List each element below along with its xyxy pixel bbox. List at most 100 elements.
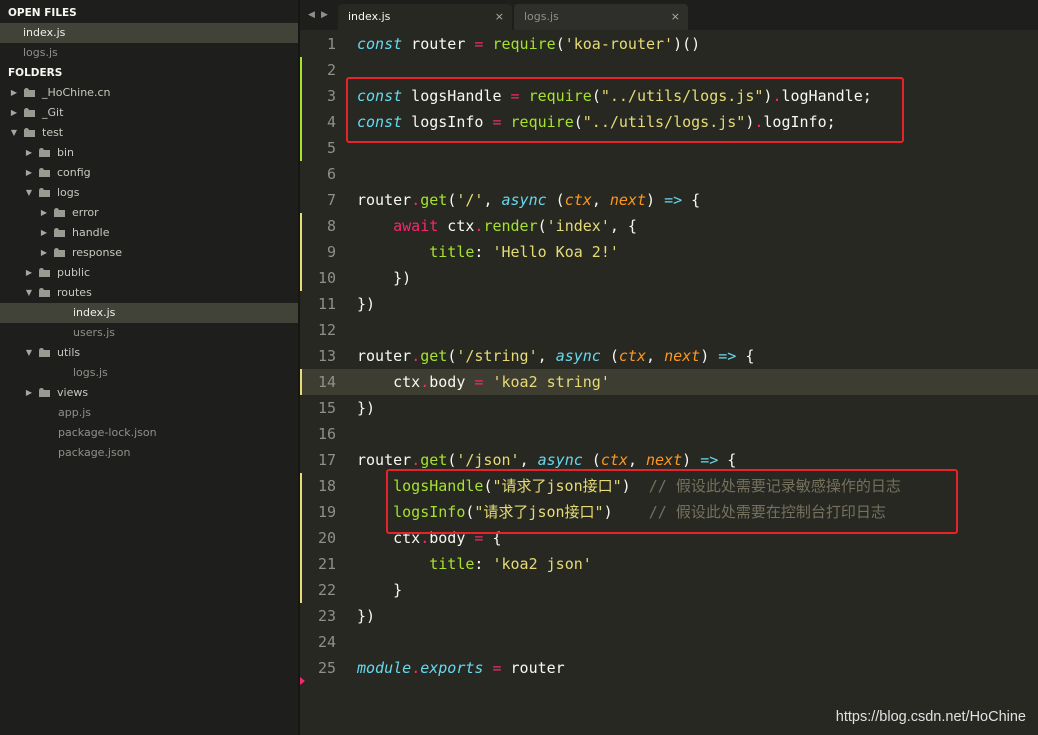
- file-item[interactable]: index.js: [0, 303, 298, 323]
- folder-item[interactable]: ▶ error: [0, 203, 298, 223]
- code-text: }): [357, 395, 375, 421]
- folder-item[interactable]: ▼ utils: [0, 343, 298, 363]
- chevron-right-icon[interactable]: ▶: [9, 83, 19, 103]
- file-item[interactable]: app.js: [0, 403, 298, 423]
- tab-index-js[interactable]: index.js ×: [338, 4, 512, 30]
- folder-icon: [24, 108, 35, 117]
- folder-icon: [39, 268, 50, 277]
- code-line[interactable]: 16: [300, 421, 1038, 447]
- sidebar-item-label: routes: [57, 286, 92, 299]
- chevron-right-icon[interactable]: ▶: [39, 243, 49, 263]
- code-token: ctx: [600, 451, 628, 469]
- code-line[interactable]: 21 title: 'koa2 json': [300, 551, 1038, 577]
- folder-item[interactable]: ▼ test: [0, 123, 298, 143]
- code-line[interactable]: 6: [300, 161, 1038, 187]
- line-number: 22: [317, 581, 336, 599]
- code-line[interactable]: 8 await ctx.render('index', {: [300, 213, 1038, 239]
- sidebar-item-label: users.js: [73, 326, 116, 339]
- code-text: const router = require('koa-router')(): [357, 31, 700, 57]
- code-token: .: [411, 659, 421, 677]
- code-token: }): [357, 295, 376, 313]
- folder-icon: [54, 228, 65, 237]
- chevron-right-icon[interactable]: ▶: [9, 103, 19, 123]
- file-item[interactable]: logs.js: [0, 363, 298, 383]
- chevron-down-icon[interactable]: ▼: [9, 123, 19, 143]
- code-line[interactable]: 7 router.get('/', async (ctx, next) => {: [300, 187, 1038, 213]
- chevron-right-icon[interactable]: ▶: [39, 203, 49, 223]
- line-number: 20: [317, 529, 336, 547]
- sidebar-item-label: utils: [57, 346, 81, 359]
- folder-item[interactable]: ▼ logs: [0, 183, 298, 203]
- chevron-down-icon[interactable]: ▼: [24, 343, 34, 363]
- sidebar-item-label: handle: [72, 226, 110, 239]
- code-line[interactable]: 15}): [300, 395, 1038, 421]
- line-number: 16: [317, 425, 336, 443]
- sidebar-item-label: index.js: [73, 306, 116, 319]
- code-token: router: [357, 347, 412, 365]
- folder-item[interactable]: ▶ handle: [0, 223, 298, 243]
- code-token: :: [474, 243, 493, 261]
- tab-scroll-right-icon[interactable]: ▶: [321, 0, 328, 30]
- folder-item[interactable]: ▶ public: [0, 263, 298, 283]
- chevron-right-icon[interactable]: ▶: [24, 383, 34, 403]
- folder-item[interactable]: ▶ _Git: [0, 103, 298, 123]
- close-icon[interactable]: ×: [671, 4, 680, 30]
- code-text: title: 'Hello Koa 2!': [357, 239, 619, 265]
- file-item[interactable]: package-lock.json: [0, 423, 298, 443]
- code-line[interactable]: 10 }): [300, 265, 1038, 291]
- chevron-right-icon[interactable]: ▶: [24, 263, 34, 283]
- folder-item[interactable]: ▶ response: [0, 243, 298, 263]
- file-item[interactable]: package.json: [0, 443, 298, 463]
- code-line[interactable]: 24: [300, 629, 1038, 655]
- folder-item[interactable]: ▼ routes: [0, 283, 298, 303]
- code-token: next: [609, 191, 646, 209]
- code-token: }: [357, 581, 403, 599]
- code-token: (: [600, 347, 619, 365]
- code-token: .: [411, 451, 421, 469]
- open-file-item[interactable]: logs.js: [0, 43, 298, 63]
- code-text: ctx.body = 'koa2 string': [357, 369, 610, 395]
- line-number: 21: [317, 555, 336, 573]
- folder-icon: [39, 148, 50, 157]
- code-token: =>: [664, 191, 683, 209]
- code-token: }): [357, 607, 376, 625]
- code-line[interactable]: 14 ctx.body = 'koa2 string': [300, 369, 1038, 395]
- code-token: }): [357, 399, 376, 417]
- folder-item[interactable]: ▶ views: [0, 383, 298, 403]
- code-line[interactable]: 13 router.get('/string', async (ctx, next…: [300, 343, 1038, 369]
- chevron-down-icon[interactable]: ▼: [24, 183, 34, 203]
- chevron-right-icon[interactable]: ▶: [39, 223, 49, 243]
- tab-logs-js[interactable]: logs.js ×: [514, 4, 688, 30]
- code-line[interactable]: 9 title: 'Hello Koa 2!': [300, 239, 1038, 265]
- chevron-down-icon[interactable]: ▼: [24, 283, 34, 303]
- folder-icon: [39, 388, 50, 397]
- chevron-right-icon[interactable]: ▶: [24, 163, 34, 183]
- code-token: ,: [646, 347, 665, 365]
- folder-item[interactable]: ▶ config: [0, 163, 298, 183]
- sidebar-item-label: index.js: [23, 26, 66, 39]
- folder-item[interactable]: ▶ bin: [0, 143, 298, 163]
- code-line[interactable]: 25 module.exports = router: [300, 655, 1038, 681]
- code-token: {: [718, 451, 737, 469]
- code-token: router: [402, 35, 475, 53]
- folder-item[interactable]: ▶ _HoChine.cn: [0, 83, 298, 103]
- code-line[interactable]: 23}): [300, 603, 1038, 629]
- tab-scroll-left-icon[interactable]: ◀: [308, 0, 315, 30]
- code-line[interactable]: 12: [300, 317, 1038, 343]
- chevron-right-icon[interactable]: ▶: [24, 143, 34, 163]
- line-number: 12: [317, 321, 336, 339]
- open-file-item[interactable]: index.js: [0, 23, 298, 43]
- close-icon[interactable]: ×: [495, 4, 504, 30]
- file-item[interactable]: users.js: [0, 323, 298, 343]
- code-line[interactable]: 11}): [300, 291, 1038, 317]
- line-number: 19: [317, 503, 336, 521]
- code-token: title: [429, 555, 475, 573]
- code-line[interactable]: 22 }: [300, 577, 1038, 603]
- code-token: ,: [483, 191, 502, 209]
- code-token: (: [555, 35, 565, 53]
- code-line[interactable]: 1 const router = require('koa-router')(): [300, 31, 1038, 57]
- code-token: async: [501, 191, 547, 209]
- line-number: 4: [326, 113, 336, 131]
